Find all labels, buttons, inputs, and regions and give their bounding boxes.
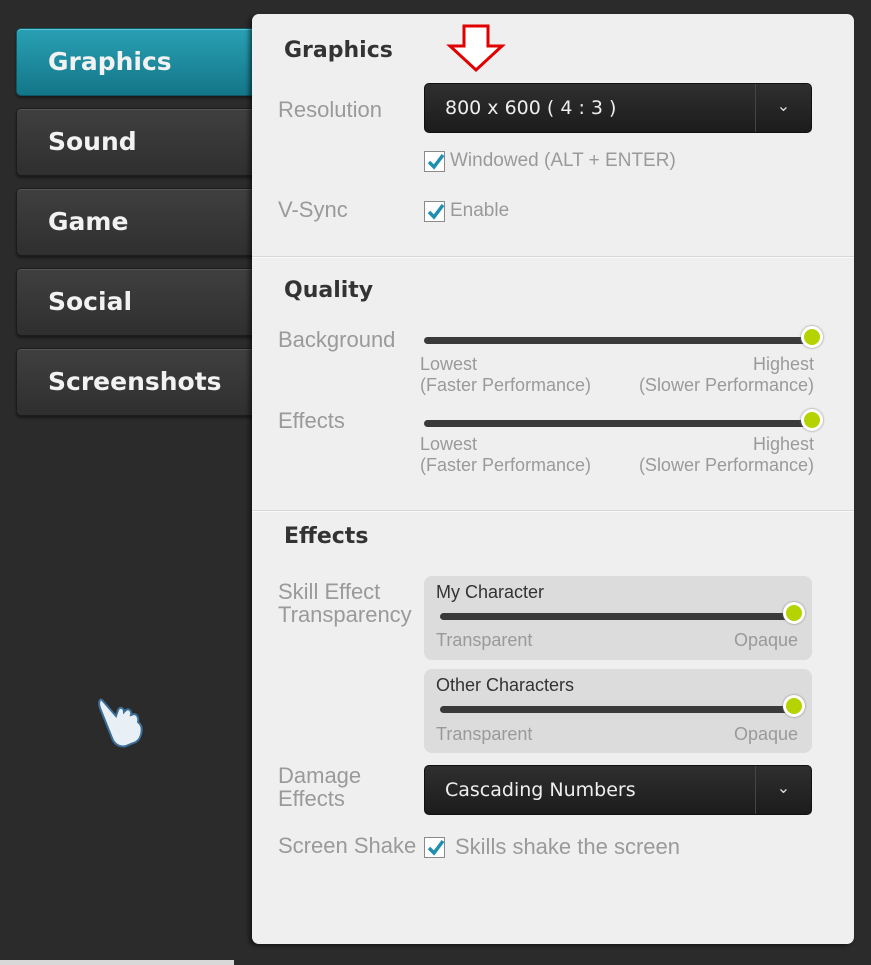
section-divider [252, 510, 854, 512]
label-line: Transparency [278, 602, 412, 627]
vsync-label: V-Sync [278, 197, 348, 222]
resolution-value: 800 x 600 ( 4 : 3 ) [445, 97, 617, 119]
damage-effects-dropdown[interactable]: Cascading Numbers ⌄ [424, 765, 812, 815]
my-character-slider[interactable] [440, 613, 796, 620]
transparent-caption: Transparent [436, 724, 533, 744]
effects-low-caption: Lowest (Faster Performance) [420, 434, 591, 476]
screen-shake-checkbox[interactable] [424, 836, 445, 858]
damage-effects-value: Cascading Numbers [445, 779, 636, 801]
background-quality-slider[interactable] [424, 337, 812, 344]
vsync-option: Enable [424, 200, 509, 222]
caption-line: Highest [752, 434, 814, 454]
label-line: Skill Effect [278, 579, 381, 604]
sidebar-item-graphics[interactable]: Graphics [16, 28, 266, 96]
sidebar-item-social[interactable]: Social [16, 268, 266, 336]
vsync-enable-label: Enable [450, 200, 510, 221]
effects-section-title: Effects [284, 524, 369, 549]
graphics-section-title: Graphics [284, 38, 393, 63]
my-character-box: My Character Transparent Opaque [424, 576, 812, 660]
other-characters-knob[interactable] [783, 695, 805, 717]
effects-quality-label: Effects [278, 408, 345, 433]
pointing-hand-cursor-icon [96, 694, 146, 754]
screen-shake-option: Skills shake the screen [424, 834, 680, 860]
skill-effect-label: Skill Effect Transparency [278, 580, 412, 626]
resolution-dropdown[interactable]: 800 x 600 ( 4 : 3 ) ⌄ [424, 83, 812, 133]
effects-quality-slider[interactable] [424, 420, 812, 427]
screen-shake-label: Screen Shake [278, 833, 417, 858]
checkmark-icon [427, 153, 445, 170]
background-quality-knob[interactable] [801, 326, 823, 348]
checkmark-icon [427, 839, 445, 856]
caption-line: Highest [752, 354, 814, 374]
transparent-caption: Transparent [436, 630, 533, 650]
section-divider [252, 256, 854, 258]
opaque-caption: Opaque [733, 724, 798, 744]
resolution-label: Resolution [278, 97, 382, 122]
caption-line: (Faster Performance) [420, 375, 592, 395]
sidebar-item-game[interactable]: Game [16, 188, 266, 256]
windowed-option: Windowed (ALT + ENTER) [424, 150, 676, 172]
caption-line: (Slower Performance) [638, 375, 814, 395]
my-character-knob[interactable] [783, 602, 805, 624]
chevron-down-icon[interactable]: ⌄ [755, 766, 811, 814]
my-character-label: My Character [436, 582, 545, 602]
other-characters-box: Other Characters Transparent Opaque [424, 669, 812, 753]
caption-line: Lowest [420, 354, 478, 374]
sidebar-item-sound[interactable]: Sound [16, 108, 266, 176]
effects-quality-knob[interactable] [801, 409, 823, 431]
other-characters-label: Other Characters [436, 675, 575, 695]
damage-effects-label: Damage Effects [278, 764, 361, 810]
quality-section-title: Quality [284, 278, 374, 303]
settings-panel: Graphics Resolution 800 x 600 ( 4 : 3 ) … [252, 14, 854, 944]
caption-line: (Faster Performance) [420, 455, 592, 475]
windowed-checkbox[interactable] [424, 150, 445, 172]
background-quality-label: Background [278, 327, 396, 352]
caption-line: (Slower Performance) [638, 455, 814, 475]
background-low-caption: Lowest (Faster Performance) [420, 354, 591, 396]
opaque-caption: Opaque [733, 630, 798, 650]
caption-line: Lowest [420, 434, 478, 454]
screen-shake-option-label: Skills shake the screen [455, 834, 680, 859]
bottom-edge-strip [0, 960, 234, 965]
checkmark-icon [427, 203, 445, 220]
other-characters-slider[interactable] [440, 706, 796, 713]
chevron-down-icon[interactable]: ⌄ [755, 84, 811, 132]
red-down-arrow-icon [446, 24, 506, 78]
background-high-caption: Highest (Slower Performance) [639, 354, 814, 396]
label-line: Effects [278, 786, 345, 811]
vsync-checkbox[interactable] [424, 200, 445, 222]
label-line: Damage [278, 763, 362, 788]
windowed-label: Windowed (ALT + ENTER) [450, 150, 676, 171]
effects-high-caption: Highest (Slower Performance) [639, 434, 814, 476]
sidebar-item-screenshots[interactable]: Screenshots [16, 348, 266, 416]
